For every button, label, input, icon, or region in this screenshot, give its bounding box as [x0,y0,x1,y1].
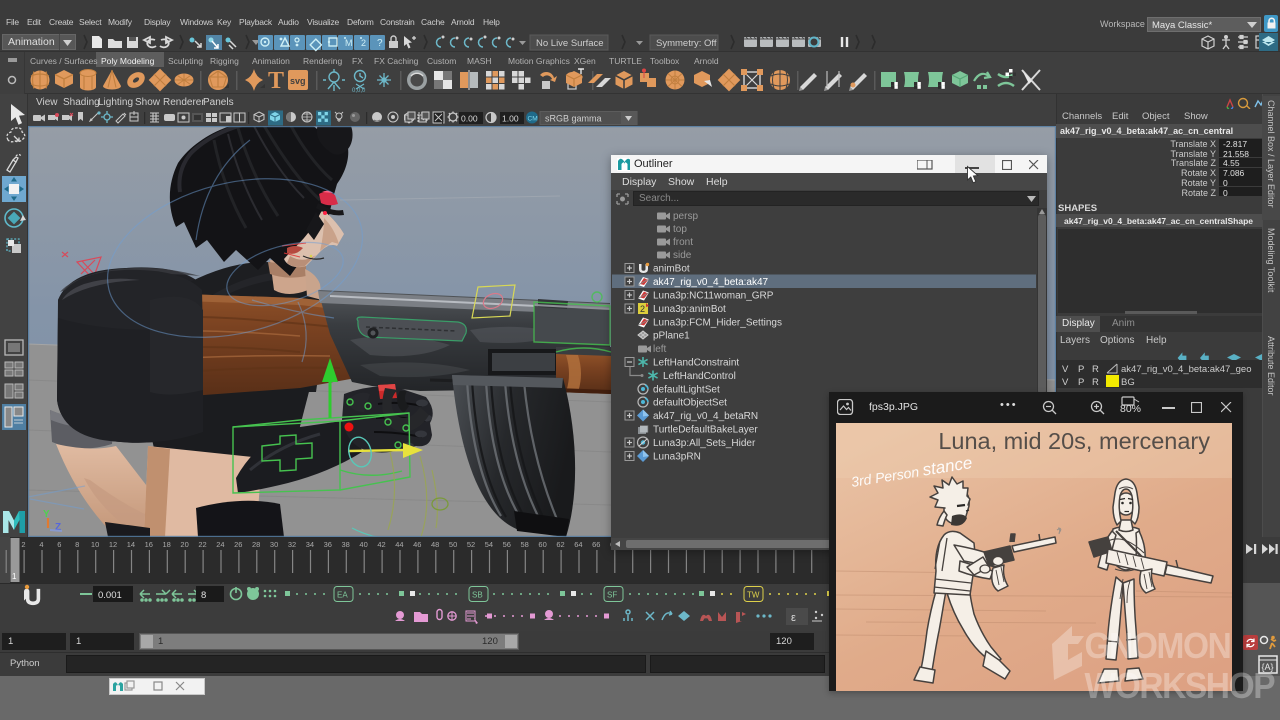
svg-text:14: 14 [127,540,135,549]
svg-text:defaultObjectSet: defaultObjectSet [653,398,727,409]
svg-text:sRGB gamma: sRGB gamma [545,114,602,124]
svg-text:LeftHandControl: LeftHandControl [663,371,736,382]
svg-text:52: 52 [467,540,475,549]
svg-text:pPlane1: pPlane1 [653,331,690,342]
svg-text:No Live Surface: No Live Surface [536,38,604,49]
svg-text:ε: ε [791,612,796,624]
svg-text:54: 54 [485,540,493,549]
svg-text:0.001: 0.001 [98,590,122,601]
svg-text:?: ? [377,38,383,49]
svg-text:42: 42 [377,540,385,549]
svg-text:12: 12 [109,540,117,549]
svg-text:22: 22 [198,540,206,549]
svg-text:persp: persp [673,211,698,222]
svg-text:60: 60 [538,540,546,549]
svg-text:18: 18 [163,540,171,549]
svg-text:left: left [653,344,667,355]
svg-text:svg: svg [290,76,306,86]
svg-text:4: 4 [39,540,43,549]
svg-text:1.00: 1.00 [502,114,519,124]
svg-text:28: 28 [252,540,260,549]
svg-text:2: 2 [640,304,645,314]
svg-text:66: 66 [592,540,600,549]
svg-text:46: 46 [413,540,421,549]
svg-text:LeftHandConstraint: LeftHandConstraint [653,358,739,369]
svg-text:EA: EA [337,591,348,600]
svg-text:2: 2 [21,540,25,549]
svg-text:2: 2 [361,38,366,48]
svg-text:side: side [673,250,692,261]
svg-text:animBot: animBot [653,264,690,275]
svg-text:50: 50 [449,540,457,549]
svg-text:Symmetry: Off: Symmetry: Off [656,38,717,49]
svg-text:10: 10 [91,540,99,549]
svg-text:34: 34 [306,540,314,549]
svg-text:TurtleDefaultBakeLayer: TurtleDefaultBakeLayer [653,425,758,436]
svg-text:30: 30 [270,540,278,549]
svg-text:ak47_rig_v0_4_betaRN: ak47_rig_v0_4_betaRN [653,411,758,422]
svg-text:WORKSHOP: WORKSHOP [1085,667,1275,706]
svg-text:44: 44 [395,540,403,549]
svg-text:16: 16 [145,540,153,549]
svg-text:TW: TW [747,591,760,600]
svg-text:36: 36 [324,540,332,549]
svg-text:26: 26 [234,540,242,549]
svg-text:ak47_rig_v0_4_beta:ak47: ak47_rig_v0_4_beta:ak47 [653,277,769,288]
svg-text:40: 40 [359,540,367,549]
svg-text:defaultLightSet: defaultLightSet [653,385,720,396]
svg-text:Luna3p:FCM_Hider_Settings: Luna3p:FCM_Hider_Settings [653,318,782,329]
svg-text:T: T [268,68,284,94]
svg-text:GNOMON: GNOMON [1085,627,1231,666]
svg-text:8: 8 [75,540,79,549]
svg-text:0.00: 0.00 [461,114,478,124]
svg-text:20: 20 [180,540,188,549]
svg-text:62: 62 [556,540,564,549]
svg-text:64: 64 [574,540,582,549]
svg-text:SB: SB [472,591,483,600]
svg-text:38: 38 [342,540,350,549]
svg-text:24: 24 [216,540,224,549]
svg-text:8: 8 [201,590,206,601]
svg-text:SF: SF [607,591,617,600]
svg-text:Luna3p:All_Sets_Hider: Luna3p:All_Sets_Hider [653,438,756,449]
svg-text:56: 56 [503,540,511,549]
svg-text:M: M [345,38,353,48]
svg-text:CM: CM [528,116,538,123]
svg-text:58: 58 [521,540,529,549]
svg-text:Luna3p:animBot: Luna3p:animBot [653,304,726,315]
svg-text:1: 1 [12,572,17,581]
svg-text:Luna3pRN: Luna3pRN [653,452,701,463]
svg-text:6: 6 [57,540,61,549]
svg-text:Luna3p:NC11woman_GRP: Luna3p:NC11woman_GRP [653,291,774,302]
svg-text:32: 32 [288,540,296,549]
svg-text:top: top [673,224,687,235]
svg-text:front: front [673,237,693,248]
svg-text:48: 48 [431,540,439,549]
svg-text:Luna, mid 20s, mercenary: Luna, mid 20s, mercenary [938,428,1210,454]
